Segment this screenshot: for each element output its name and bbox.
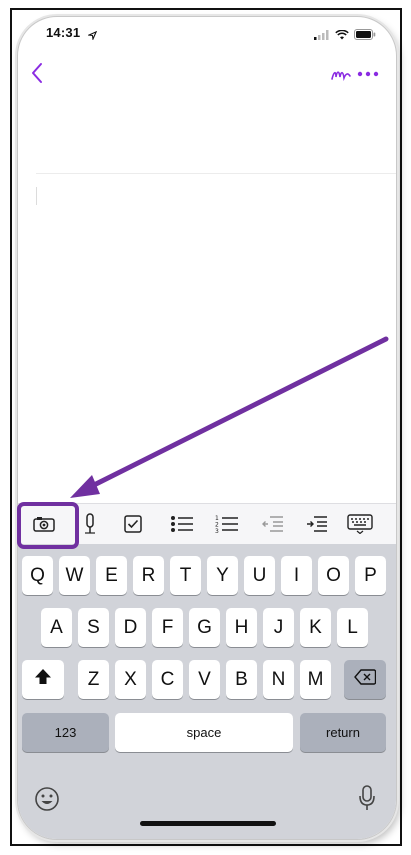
status-bar: 14:31: [18, 17, 396, 47]
camera-highlight-box: [17, 502, 79, 549]
emoji-icon[interactable]: [34, 786, 60, 817]
key-g[interactable]: G: [189, 608, 220, 647]
numbered-list-icon[interactable]: 123: [215, 512, 239, 536]
key-k[interactable]: K: [300, 608, 331, 647]
key-f[interactable]: F: [152, 608, 183, 647]
key-n[interactable]: N: [263, 660, 294, 699]
key-i[interactable]: I: [281, 556, 312, 595]
outdent-icon[interactable]: [261, 512, 285, 536]
status-time: 14:31: [46, 25, 81, 40]
key-y[interactable]: Y: [207, 556, 238, 595]
key-r[interactable]: R: [133, 556, 164, 595]
key-c[interactable]: C: [152, 660, 183, 699]
key-p[interactable]: P: [355, 556, 386, 595]
location-icon: [86, 27, 98, 45]
numbers-key[interactable]: 123: [22, 713, 109, 752]
phone-screen: 14:31 1 2 3 Q W E R T Y U I O P A S D F …: [17, 16, 397, 840]
keyboard-hide-icon[interactable]: [345, 512, 375, 536]
key-l[interactable]: L: [337, 608, 368, 647]
microphone-icon[interactable]: [78, 512, 102, 536]
pen-icon[interactable]: [330, 67, 352, 85]
bullet-list-icon[interactable]: [170, 512, 194, 536]
battery-icon: [354, 27, 376, 45]
note-navigation-bar: [18, 61, 396, 93]
key-m[interactable]: M: [300, 660, 331, 699]
key-z[interactable]: Z: [78, 660, 109, 699]
software-keyboard: Q W E R T Y U I O P A S D F G H J K L Z …: [18, 544, 396, 839]
home-indicator: [140, 821, 276, 826]
key-b[interactable]: B: [226, 660, 257, 699]
note-body-editor[interactable]: [32, 177, 382, 497]
wifi-icon: [335, 27, 349, 45]
key-a[interactable]: A: [41, 608, 72, 647]
backspace-icon: [354, 668, 377, 691]
shift-icon: [34, 668, 52, 692]
key-x[interactable]: X: [115, 660, 146, 699]
key-u[interactable]: U: [244, 556, 275, 595]
key-w[interactable]: W: [59, 556, 90, 595]
key-e[interactable]: E: [96, 556, 127, 595]
backspace-key[interactable]: [344, 660, 386, 699]
key-t[interactable]: T: [170, 556, 201, 595]
key-d[interactable]: D: [115, 608, 146, 647]
space-key[interactable]: space: [115, 713, 293, 752]
back-chevron-icon[interactable]: [30, 61, 52, 87]
more-icon[interactable]: [356, 65, 384, 83]
dictation-icon[interactable]: [358, 784, 376, 817]
status-icons: [314, 27, 376, 45]
key-j[interactable]: J: [263, 608, 294, 647]
key-o[interactable]: O: [318, 556, 349, 595]
title-divider: [36, 173, 396, 174]
text-cursor: [36, 187, 37, 205]
shift-key[interactable]: [22, 660, 64, 699]
key-v[interactable]: V: [189, 660, 220, 699]
svg-text:3: 3: [215, 528, 219, 534]
signal-icon: [314, 27, 330, 45]
checkbox-icon[interactable]: [121, 512, 145, 536]
key-s[interactable]: S: [78, 608, 109, 647]
key-h[interactable]: H: [226, 608, 257, 647]
key-q[interactable]: Q: [22, 556, 53, 595]
indent-icon[interactable]: [305, 512, 329, 536]
return-key[interactable]: return: [300, 713, 386, 752]
